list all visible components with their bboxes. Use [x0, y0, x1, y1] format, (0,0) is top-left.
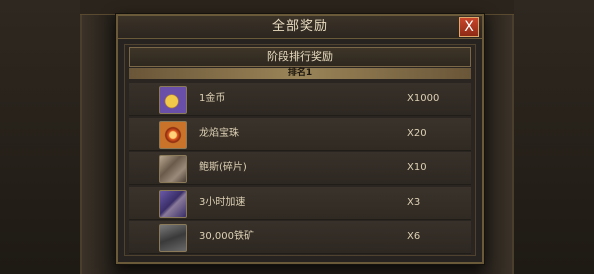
rank-label: 排名1 — [287, 68, 313, 78]
dialog-titlebar: 全部奖励 X — [118, 16, 482, 39]
rewards-panel: 阶段排行奖励 排名1 1金币 X1000 龙焰宝珠 X20 鲍斯(碎片) X10 — [124, 44, 476, 256]
reward-name: 3小时加速 — [199, 196, 246, 208]
reward-name: 鲍斯(碎片) — [199, 162, 247, 173]
iron-ore-icon — [159, 224, 187, 252]
rewards-dialog: 全部奖励 X 阶段排行奖励 排名1 1金币 X1000 龙焰宝珠 X20 鲍斯(… — [116, 14, 484, 264]
reward-list: 1金币 X1000 龙焰宝珠 X20 鲍斯(碎片) X10 3小时加速 X3 3… — [129, 83, 471, 256]
background-left-panel — [0, 0, 82, 274]
reward-quantity: X10 — [407, 162, 427, 173]
stage-title: 阶段排行奖励 — [267, 50, 333, 63]
reward-row: 30,000铁矿 X6 — [129, 221, 471, 254]
reward-quantity: X3 — [407, 196, 421, 208]
reward-row: 龙焰宝珠 X20 — [129, 117, 471, 151]
stage-header: 阶段排行奖励 — [129, 47, 471, 67]
background-right-panel — [512, 0, 594, 274]
character-fragment-icon — [159, 155, 187, 183]
gold-coin-icon — [159, 86, 187, 114]
background-topbar — [80, 0, 514, 15]
reward-row: 1金币 X1000 — [129, 83, 471, 116]
close-button[interactable]: X — [459, 17, 479, 37]
dragon-flame-orb-icon — [159, 120, 187, 149]
reward-row: 3小时加速 X3 — [129, 186, 471, 220]
reward-name: 30,000铁矿 — [199, 231, 254, 242]
reward-row: 鲍斯(碎片) X10 — [129, 152, 471, 185]
reward-quantity: X20 — [407, 127, 427, 139]
reward-name: 1金币 — [199, 93, 226, 104]
reward-quantity: X1000 — [407, 93, 440, 104]
speedup-icon — [159, 189, 187, 218]
reward-quantity: X6 — [407, 231, 421, 242]
dialog-title: 全部奖励 — [271, 19, 328, 34]
reward-name: 龙焰宝珠 — [199, 127, 239, 139]
rank-header: 排名1 — [129, 68, 471, 79]
